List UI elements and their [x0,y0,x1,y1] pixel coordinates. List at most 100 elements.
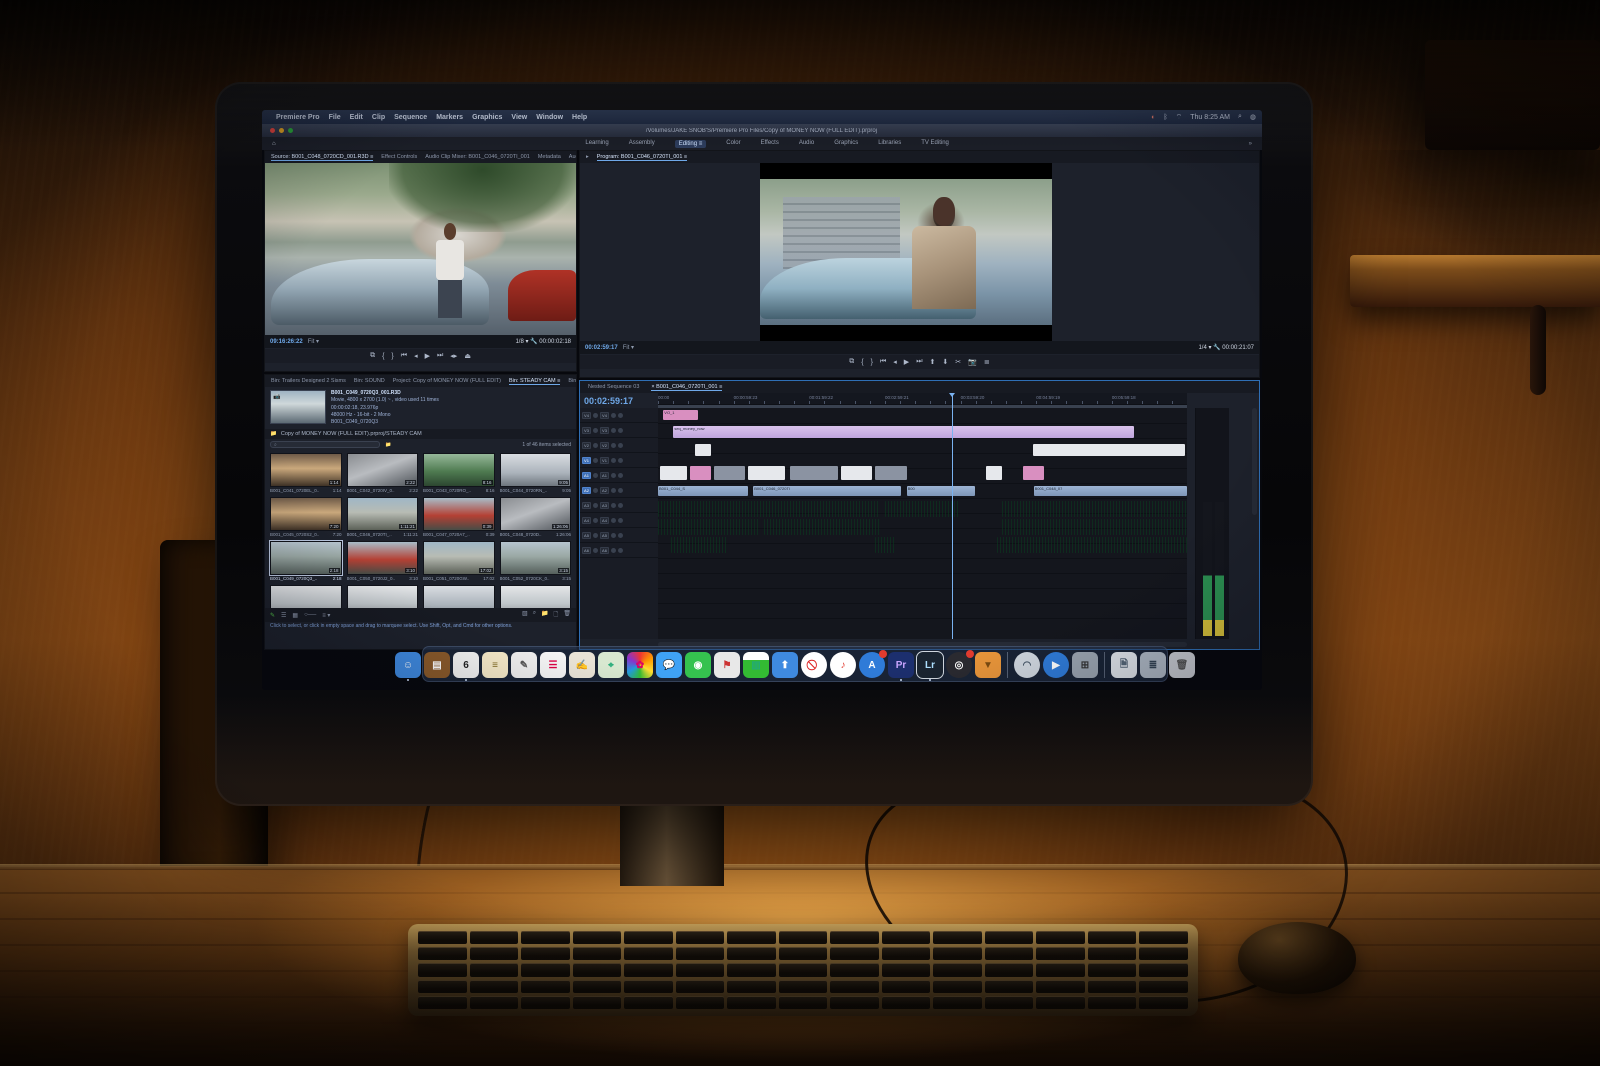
solo-toggle[interactable] [618,502,623,508]
program-transport-button-5[interactable]: ▶ [904,358,909,366]
timeline-clip[interactable] [658,501,881,517]
solo-toggle[interactable] [618,442,623,448]
project-search-input[interactable]: ⌕ [270,441,380,449]
timeline-clip[interactable] [713,466,746,480]
screen-mirroring-icon[interactable]: ◐ [1151,114,1155,121]
project-item-b001c0430720ro[interactable]: 8:16 B001_C043_0720RO_.. 8:16 [423,453,495,493]
timeline-clip[interactable] [695,444,711,456]
timeline-vertical-scrollbar[interactable] [1252,408,1257,516]
source-zoom-dropdown[interactable]: 1/8 ▾ [515,339,528,345]
program-tab[interactable]: Program: B001_C046_0720TI_001 ≡ [596,154,688,161]
lock-toggle[interactable] [593,502,598,508]
program-transport-button-2[interactable]: } [871,359,873,366]
program-transport-button-10[interactable]: 📷 [968,358,977,366]
clip-thumbnail[interactable] [270,585,342,609]
dock-icon-premiere-pro[interactable]: Pr [888,652,914,681]
source-transport-button-5[interactable]: ▶ [425,352,430,360]
timeline-clip[interactable] [747,466,785,480]
track-header-a2[interactable]: A2 A2 [580,483,658,498]
project-tab-project-copy-of-money-now-full-edit-[interactable]: Project: Copy of MONEY NOW (FULL EDIT) [393,378,501,384]
timeline-clip[interactable] [671,537,727,553]
project-item-b001c0440720rn[interactable]: 9:05 B001_C044_0720RN_.. 9:05 [499,453,571,493]
mute-toggle[interactable] [611,412,616,418]
automate-to-sequence-icon[interactable]: ▧ [522,610,528,620]
track-header-v4[interactable]: V4 V4 [580,408,658,423]
source-assign-a6[interactable]: A6 [582,546,591,554]
in-folder-icon[interactable]: 📁 [385,442,391,448]
timeline-clip[interactable] [885,501,960,517]
clip-thumbnail[interactable]: 3:15 [499,541,571,576]
timeline-tab-nested-sequence-03[interactable]: Nested Sequence 03 [588,384,639,390]
icon-view-icon[interactable]: ▦ [292,612,298,619]
project-item-b001c0510720gw[interactable]: 17:02 B001_C051_0720GW.. 17:02 [423,541,495,581]
project-item-b001c0460720ti[interactable]: 1:11:21 B001_C046_0720TI_.. 1:11:21 [346,497,418,537]
project-tab-bin-[interactable]: Bin: [568,378,576,384]
track-target-a3[interactable]: A3 [600,501,609,509]
source-assign-a5[interactable]: A5 [582,531,591,539]
dock-icon-screenshot-app[interactable]: ⚑ [714,652,740,678]
menu-item-view[interactable]: View [511,114,527,121]
track-target-a2[interactable]: A2 [600,486,609,494]
timeline-clip[interactable] [1001,501,1187,517]
clip-thumbnail[interactable]: 1:14 [270,453,342,488]
timeline-clip-b001-c048-07[interactable]: B001_C048_07 [1033,486,1187,496]
source-tab-source[interactable]: Source: B001_C048_0720CD_001.R3D ≡ [271,154,374,161]
project-tab-bin-trailers-designed-2-sisms[interactable]: Bin: Trailers Designed 2 Sisms [271,378,346,384]
lock-toggle[interactable] [593,427,598,433]
source-transport-button-4[interactable]: ◂ [414,352,418,360]
dock-icon-maps[interactable]: ⌖ [598,652,624,678]
track-target-a1[interactable]: A1 [600,471,609,479]
clip-thumbnail[interactable]: 2:18 [269,540,343,577]
menu-bar-clock[interactable]: Thu 8:25 AM [1190,114,1230,121]
solo-toggle[interactable] [618,532,623,538]
program-transport-button-1[interactable]: { [861,359,863,366]
timeline-clip[interactable] [874,466,907,480]
clip-thumbnail[interactable] [346,585,418,609]
menu-item-window[interactable]: Window [536,114,563,121]
program-fit-dropdown[interactable]: Fit ▾ [623,344,634,351]
timeline-clip[interactable] [840,466,873,480]
dock-icon-player-app[interactable]: ▶ [1043,652,1069,678]
lock-toggle[interactable] [593,487,598,493]
find-icon[interactable]: ⌕ [533,610,536,620]
clip-thumbnail[interactable] [423,585,495,609]
writable-pencil-icon[interactable]: ✎ [270,612,275,619]
timeline-clip[interactable] [1023,466,1045,480]
track-header-v1[interactable]: V1 V1 [580,453,658,468]
menu-item-sequence[interactable]: Sequence [394,114,427,121]
dock-icon-keynote-podium[interactable]: ⬆ [772,652,798,678]
minimize-window-button[interactable] [279,128,284,133]
source-tab-audio-track-m[interactable]: Audio Track M [569,154,576,160]
lock-toggle[interactable] [593,472,598,478]
workspace-tab-audio[interactable]: Audio [799,140,814,148]
solo-toggle[interactable] [618,412,623,418]
zoom-window-button[interactable] [288,128,293,133]
lock-toggle[interactable] [593,457,598,463]
clip-thumbnail[interactable]: 17:02 [423,541,495,576]
source-transport-button-3[interactable]: ⏮ [401,352,407,360]
zoom-slider[interactable]: ○── [304,612,316,618]
timeline-clip[interactable] [1033,444,1185,456]
project-item[interactable] [346,585,418,609]
track-target-v1[interactable]: V1 [600,456,609,464]
track-target-v4[interactable]: V4 [600,411,609,419]
clip-thumbnail[interactable]: 3:10 [346,541,418,576]
menu-item-clip[interactable]: Clip [372,114,385,121]
menu-item-premiere-pro[interactable]: Premiere Pro [276,114,320,121]
dock-icon-launchpad-bag[interactable]: ▤ [424,652,450,678]
source-transport-button-7[interactable]: ◂▸ [450,352,457,360]
source-assign-a1[interactable]: A1 [582,471,591,479]
wifi-icon[interactable]: ⌔ [1176,113,1183,122]
playhead[interactable] [949,393,956,639]
timeline-clip[interactable] [790,466,838,480]
new-bin-icon[interactable]: 📁 [541,610,548,620]
dock-icon-downloads-folder[interactable]: ▼ [975,652,1001,678]
timeline-clip[interactable] [658,519,759,535]
track-header-a5[interactable]: A5 A5 [580,528,658,543]
track-header-v2[interactable]: V2 V2 [580,438,658,453]
menu-item-graphics[interactable]: Graphics [472,114,502,121]
mute-toggle[interactable] [611,517,616,523]
trash-icon[interactable]: 🗑 [563,610,571,620]
dock-icon-textedit[interactable]: ✎ [511,652,537,678]
dock-icon-notes[interactable]: ≡ [482,652,508,678]
